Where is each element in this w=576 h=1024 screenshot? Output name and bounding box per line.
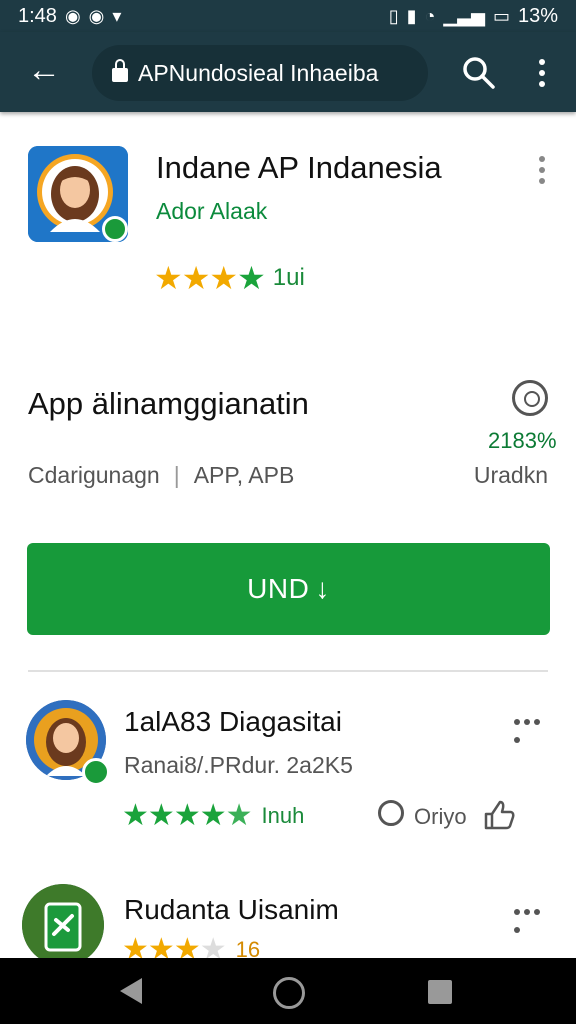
- info-percent: 2183%: [488, 428, 557, 453]
- verified-badge-icon: [82, 758, 110, 786]
- verified-badge-icon: [102, 216, 128, 242]
- battery-percent: 13%: [517, 4, 558, 27]
- app-icon: [28, 146, 128, 242]
- star-icon: ★: [122, 799, 149, 832]
- related-title[interactable]: 1alA83 Diagasitai: [124, 706, 342, 738]
- related-subtitle: Ranai8/.PRdur. 2a2K5: [124, 752, 353, 778]
- status-right: ▯ ▮ ◔ ▁▃▅ ▭ 13%: [389, 5, 558, 28]
- related-app-icon[interactable]: [22, 884, 104, 966]
- install-button[interactable]: UND ↓: [27, 543, 550, 635]
- rating-count: 1ui: [272, 264, 305, 291]
- star-icon: ★: [154, 260, 183, 296]
- back-arrow-icon[interactable]: ←: [24, 52, 64, 92]
- info-meta: Cdarigunagn | APP, APB: [28, 462, 295, 488]
- install-label: UND: [247, 573, 310, 604]
- download-arrow-icon: ↓: [315, 573, 330, 604]
- meta-category: Cdarigunagn: [28, 462, 160, 488]
- star-icon: ★: [199, 799, 227, 832]
- star-icon: ★: [181, 260, 211, 296]
- more-options-icon[interactable]: [530, 54, 554, 92]
- app-menu-icon[interactable]: [534, 156, 550, 184]
- status-bar: 1:48 ◉ ◉ ▾ ▯ ▮ ◔ ▁▃▅ ▭ 13%: [0, 0, 576, 32]
- status-time: 1:48: [18, 4, 57, 27]
- search-icon[interactable]: [460, 54, 498, 92]
- url-text: APNundosieal Inhaeiba: [138, 59, 379, 86]
- related-rating: ★ ★ ★ ★ ★ Inuh: [122, 800, 304, 832]
- battery-icon: ▭: [492, 5, 510, 26]
- status-left: 1:48 ◉ ◉ ▾: [18, 5, 121, 28]
- nav-recents-icon[interactable]: [428, 980, 452, 1004]
- nfc-icon: ▮: [406, 5, 417, 26]
- notification-icon: ◉: [64, 5, 81, 26]
- comment-label: Oriyo: [414, 804, 467, 829]
- meta-update: Uradkn: [473, 462, 548, 488]
- nav-back-icon[interactable]: [120, 978, 142, 1004]
- app-title: Indane AP Indanesia: [156, 150, 442, 185]
- wifi-icon: ◔: [424, 5, 436, 26]
- related-title[interactable]: Rudanta Uisanim: [124, 894, 339, 926]
- app-bar: ← APNundosieal Inhaeiba: [0, 32, 576, 112]
- star-half-icon: ★: [237, 260, 266, 296]
- lock-icon: [112, 59, 128, 82]
- notification-icon: ▾: [112, 5, 122, 26]
- grid-menu-icon[interactable]: [512, 712, 548, 743]
- url-bar[interactable]: APNundosieal Inhaeiba: [92, 45, 428, 101]
- signal-icon: ▁▃▅: [443, 5, 485, 26]
- info-heading: App älinamggianatin: [28, 386, 309, 421]
- star-icon: ★: [209, 260, 239, 296]
- developer-link[interactable]: Ador Alaak: [156, 198, 267, 225]
- vibrate-icon: ▯: [388, 5, 399, 26]
- meta-type: APP, APB: [193, 462, 295, 488]
- star-icon: ★: [173, 799, 201, 832]
- nav-home-icon[interactable]: [273, 977, 305, 1009]
- info-circle-icon[interactable]: [512, 380, 548, 416]
- comment-icon[interactable]: [378, 800, 404, 826]
- star-half-icon: ★: [225, 799, 253, 832]
- grid-menu-icon[interactable]: [512, 902, 548, 933]
- star-icon: ★: [147, 799, 175, 832]
- app-rating: ★ ★ ★ ★ 1ui: [154, 262, 305, 294]
- thumbs-up-icon[interactable]: [482, 798, 516, 832]
- divider: [28, 670, 548, 672]
- related-rating-text: Inuh: [261, 803, 305, 828]
- notification-icon: ◉: [88, 5, 105, 26]
